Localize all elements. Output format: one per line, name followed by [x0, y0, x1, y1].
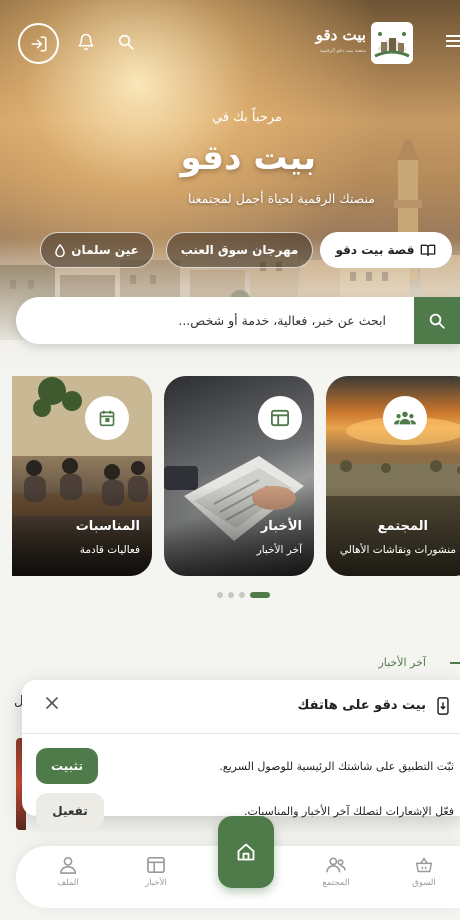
notifications-button[interactable] — [74, 30, 98, 54]
nav-label-profile: الملف — [57, 878, 79, 888]
latest-news-section: آخر الأخبار — [378, 656, 460, 669]
news-card[interactable]: الأخبار آخر الأخبار — [164, 376, 314, 576]
install-prompt: بيت دقو على هاتفك ثبّت التطبيق على شاشتك… — [22, 680, 460, 829]
newspaper-icon — [147, 856, 165, 874]
carousel-dot[interactable] — [228, 592, 234, 598]
carousel-indicator — [217, 592, 270, 598]
user-icon — [59, 856, 77, 874]
section-bar — [450, 661, 460, 664]
search-icon — [118, 34, 134, 50]
logo-title: بيت دقو — [315, 26, 366, 44]
village-logo-icon — [371, 22, 413, 64]
spring-chip-label: عين سلمان — [71, 243, 139, 257]
community-badge — [383, 396, 427, 440]
events-card[interactable]: المناسبات فعاليات قادمة — [12, 376, 152, 576]
header-search-button[interactable] — [114, 30, 138, 54]
home-icon — [237, 843, 255, 861]
people-icon — [326, 857, 346, 873]
book-icon — [421, 244, 436, 256]
login-button[interactable] — [18, 23, 59, 64]
nav-item-profile[interactable]: الملف — [38, 856, 98, 888]
festival-chip-label: مهرجان سوق العنب — [180, 243, 299, 257]
nav-label-community: المجتمع — [322, 878, 350, 888]
community-card-subtitle: منشورات ونقاشات الأهالي — [339, 544, 456, 556]
phone-download-icon — [437, 697, 449, 715]
news-card-title: الأخبار — [260, 519, 302, 534]
search-input[interactable] — [16, 297, 414, 344]
login-icon — [31, 36, 46, 51]
basket-icon — [415, 857, 433, 873]
install-prompt-header: بيت دقو على هاتفك — [22, 680, 460, 734]
festival-chip[interactable]: مهرجان سوق العنب — [166, 232, 313, 268]
top-bar: بيت دقو منصة بيت دقو الرقمية — [0, 0, 460, 86]
newspaper-icon — [271, 409, 289, 427]
water-drop-icon — [55, 243, 66, 257]
carousel-dot-active[interactable] — [250, 592, 270, 598]
story-chip-label: قصة بيت دقو — [335, 243, 415, 257]
install-button[interactable]: تثبيت — [36, 748, 98, 784]
logo[interactable] — [371, 22, 413, 64]
latest-news-label: آخر الأخبار — [378, 656, 426, 669]
nav-label-news: الأخبار — [145, 878, 167, 888]
install-description: ثبّت التطبيق على شاشتك الرئيسية للوصول ا… — [219, 760, 454, 773]
bell-icon — [78, 33, 94, 51]
news-card-subtitle: آخر الأخبار — [256, 544, 302, 556]
calendar-icon — [99, 410, 115, 427]
close-icon — [46, 697, 58, 709]
menu-button[interactable] — [444, 31, 460, 51]
nav-item-community[interactable]: المجتمع — [306, 856, 366, 888]
community-card[interactable]: المجتمع منشورات ونقاشات الأهالي — [326, 376, 460, 576]
hero-tagline: منصتك الرقمية لحياة أجمل لمجتمعنا — [188, 191, 375, 206]
community-card-title: المجتمع — [377, 519, 428, 534]
story-chip[interactable]: قصة بيت دقو — [320, 232, 452, 268]
search-bar — [16, 297, 460, 344]
close-button[interactable] — [42, 693, 62, 713]
spring-chip[interactable]: عين سلمان — [40, 232, 154, 268]
carousel-dot[interactable] — [217, 592, 223, 598]
logo-subtitle: منصة بيت دقو الرقمية — [319, 48, 366, 54]
page-title: بيت دقو — [180, 138, 316, 178]
welcome-text: مرحباً بك في — [212, 110, 282, 125]
enable-notifications-button[interactable]: تفعيل — [36, 793, 104, 829]
people-icon — [394, 411, 416, 425]
carousel-dot[interactable] — [239, 592, 245, 598]
hamburger-icon — [446, 35, 460, 47]
notify-description: فعّل الإشعارات لتصلك آخر الأخبار والمناس… — [244, 805, 454, 818]
news-badge — [258, 396, 302, 440]
install-row: ثبّت التطبيق على شاشتك الرئيسية للوصول ا… — [22, 748, 460, 788]
nav-home-button[interactable] — [218, 816, 274, 888]
nav-label-market: السوق — [412, 878, 436, 888]
events-badge — [85, 396, 129, 440]
install-prompt-title: بيت دقو على هاتفك — [297, 698, 426, 713]
search-submit-button[interactable] — [414, 297, 460, 344]
search-icon — [429, 313, 445, 329]
events-card-title: المناسبات — [75, 519, 140, 534]
nav-item-market[interactable]: السوق — [394, 856, 454, 888]
events-card-subtitle: فعاليات قادمة — [79, 544, 140, 556]
nav-item-news[interactable]: الأخبار — [126, 856, 186, 888]
